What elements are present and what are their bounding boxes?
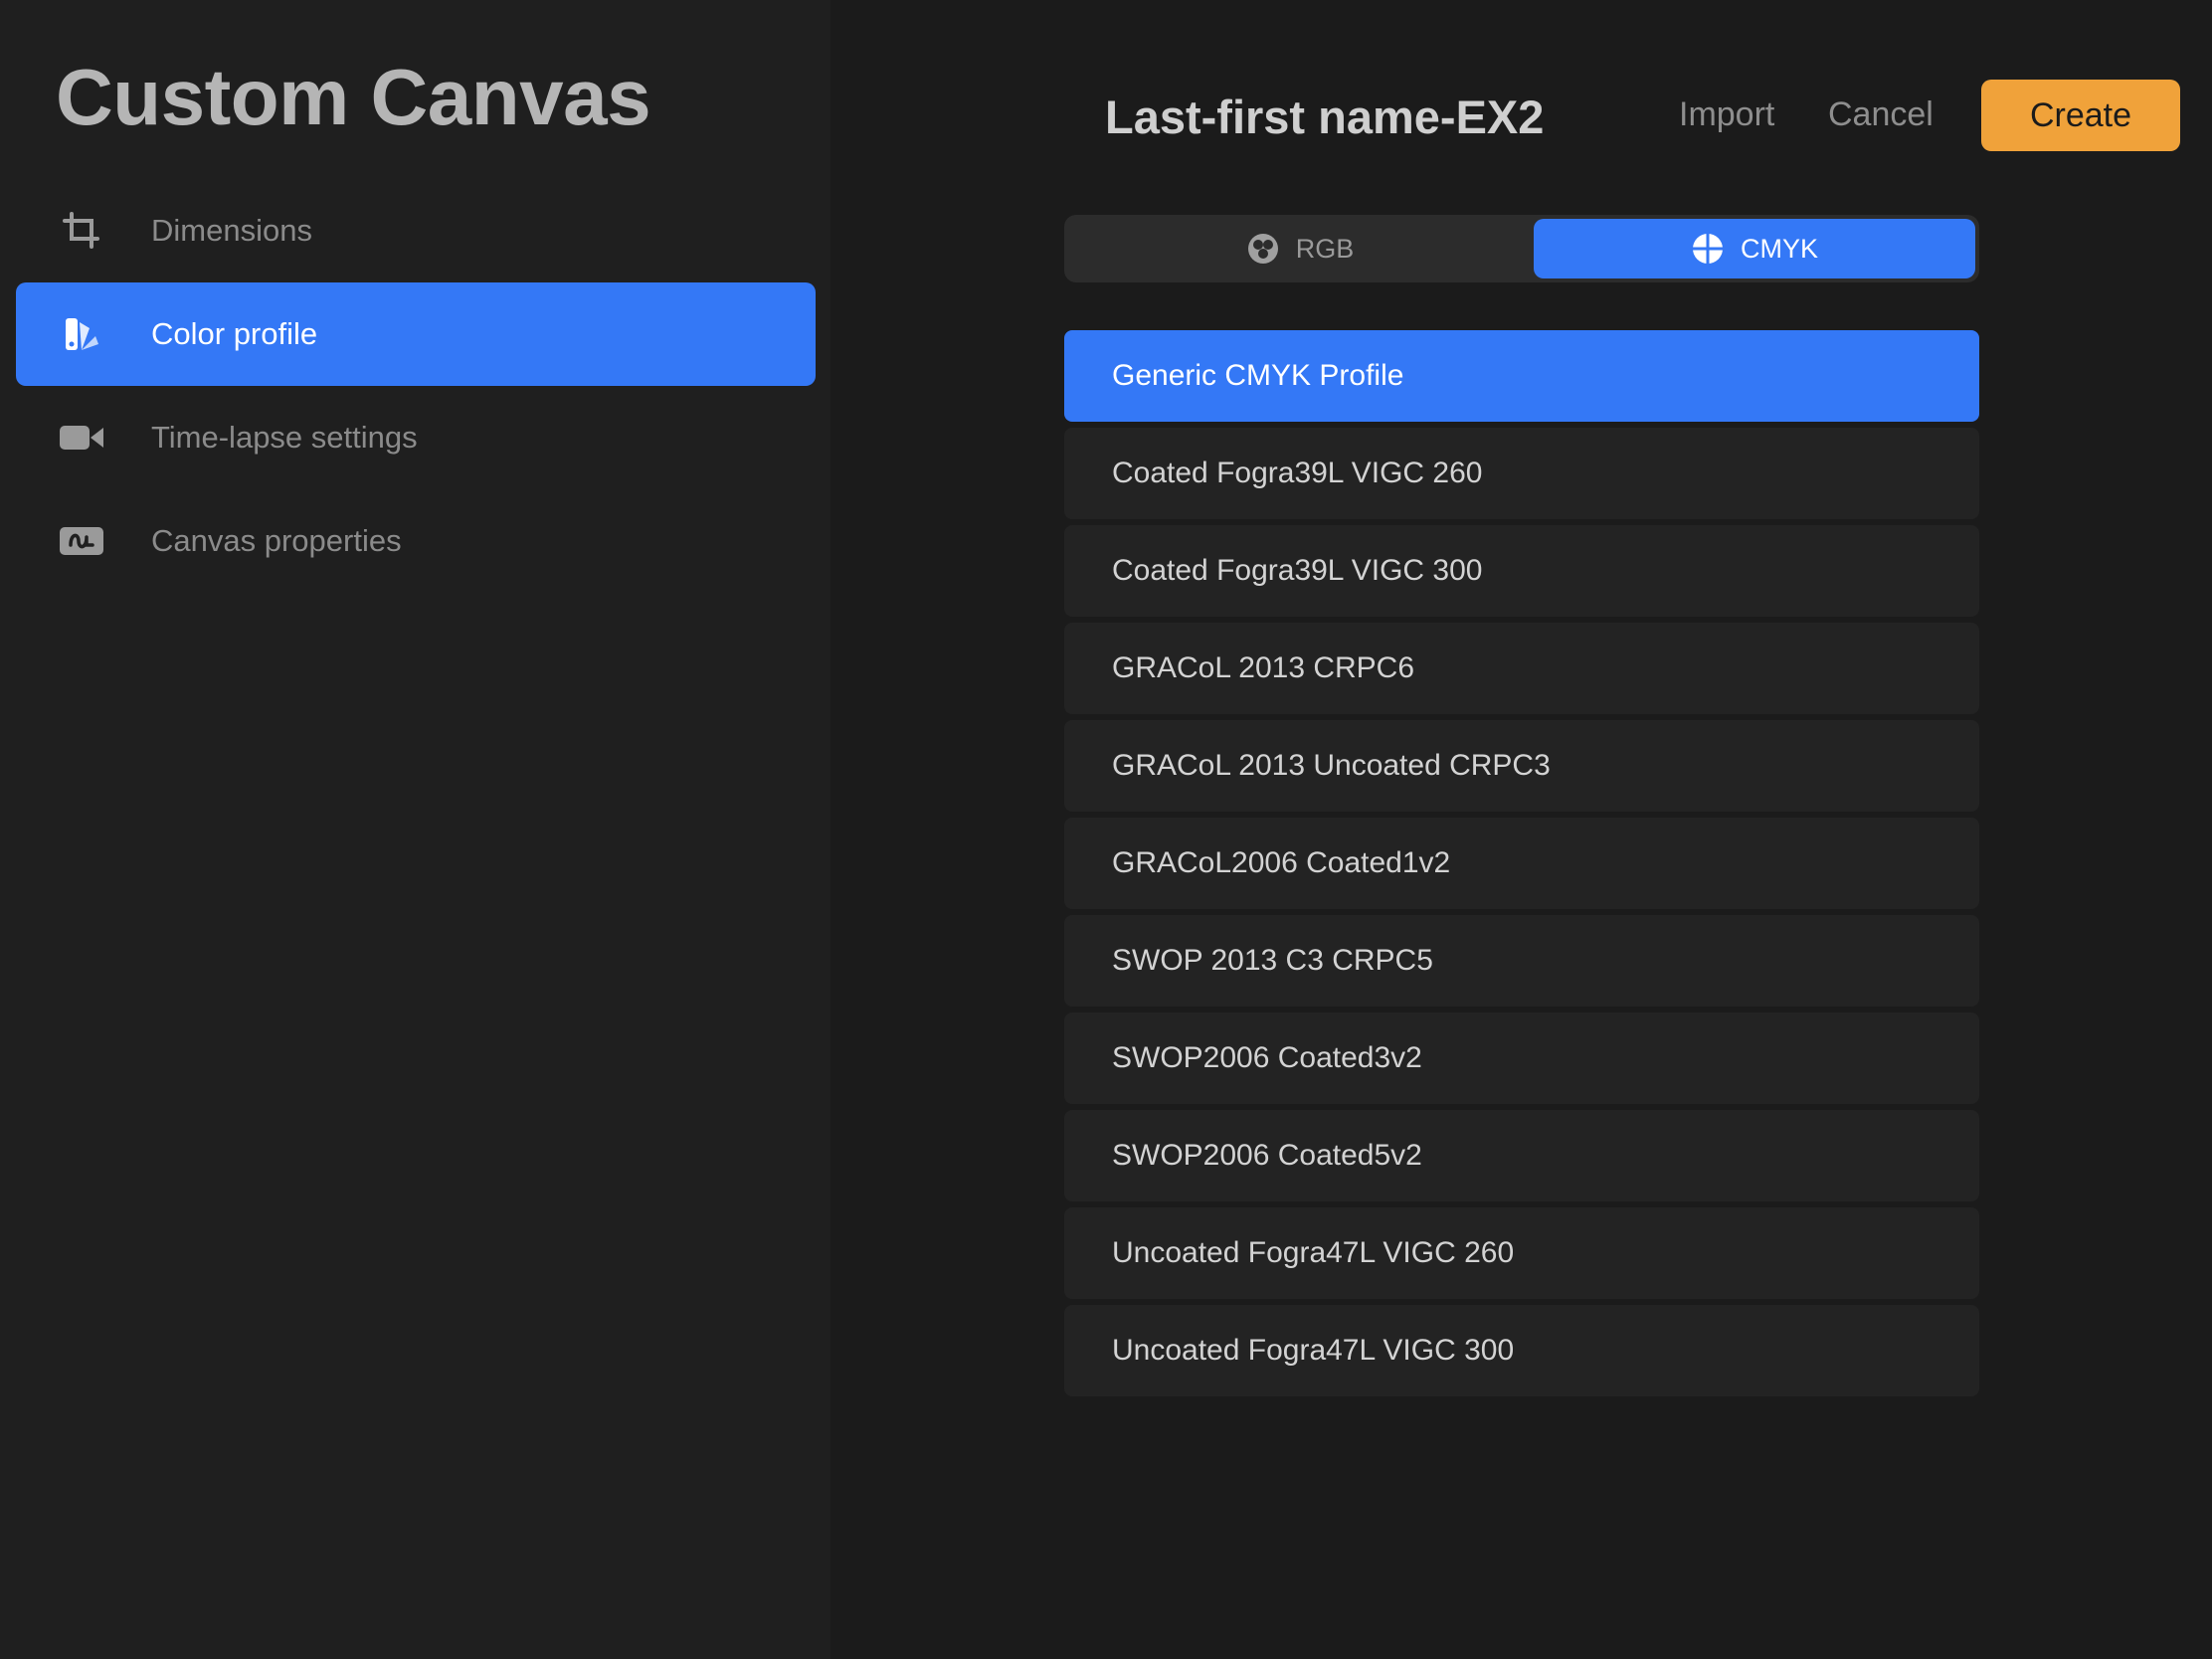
list-item-label: SWOP2006 Coated5v2 [1112,1139,1422,1172]
sidebar: Custom Canvas Dimensions Color profile T… [0,0,830,1659]
list-item-label: Uncoated Fogra47L VIGC 260 [1112,1236,1515,1269]
sidebar-item-label: Color profile [151,316,318,351]
list-item[interactable]: Coated Fogra39L VIGC 260 [1064,428,1979,519]
list-item[interactable]: GRACoL 2013 Uncoated CRPC3 [1064,720,1979,812]
list-item[interactable]: Uncoated Fogra47L VIGC 300 [1064,1305,1979,1396]
sidebar-item-dimensions[interactable]: Dimensions [16,179,816,282]
sidebar-item-time-lapse-settings[interactable]: Time-lapse settings [16,386,816,489]
sidebar-item-label: Time-lapse settings [151,420,418,455]
list-item[interactable]: Generic CMYK Profile [1064,330,1979,422]
sidebar-item-label: Dimensions [151,213,312,248]
list-item[interactable]: GRACoL2006 Coated1v2 [1064,818,1979,909]
custom-canvas-window: Custom Canvas Dimensions Color profile T… [0,0,2212,1659]
tab-rgb[interactable]: RGB [1068,219,1532,278]
tab-rgb-label: RGB [1295,233,1355,264]
document-title: Last-first name-EX2 [1105,91,1545,143]
color-mode-segmented-control: RGB CMYK [1064,215,1979,282]
list-item[interactable]: SWOP2006 Coated5v2 [1064,1110,1979,1201]
sidebar-item-color-profile[interactable]: Color profile [16,282,816,386]
list-item-label: SWOP 2013 C3 CRPC5 [1112,944,1433,977]
list-item[interactable]: SWOP 2013 C3 CRPC5 [1064,915,1979,1007]
list-item-label: GRACoL 2013 Uncoated CRPC3 [1112,749,1551,782]
tab-cmyk[interactable]: CMYK [1534,219,1975,278]
sidebar-item-label: Canvas properties [151,523,402,558]
list-item[interactable]: SWOP2006 Coated3v2 [1064,1013,1979,1104]
color-swatch-icon [58,310,105,358]
video-camera-icon [58,414,105,461]
rgb-icon [1246,232,1280,266]
list-item-label: Coated Fogra39L VIGC 260 [1112,457,1483,489]
sidebar-title: Custom Canvas [56,53,651,141]
import-button[interactable]: Import [1679,95,1774,134]
list-item-label: Uncoated Fogra47L VIGC 300 [1112,1334,1515,1367]
list-item-label: GRACoL2006 Coated1v2 [1112,846,1451,879]
cancel-button[interactable]: Cancel [1828,95,1934,134]
list-item-label: SWOP2006 Coated3v2 [1112,1041,1422,1074]
list-item[interactable]: Coated Fogra39L VIGC 300 [1064,525,1979,617]
list-item[interactable]: Uncoated Fogra47L VIGC 260 [1064,1207,1979,1299]
list-item-label: Coated Fogra39L VIGC 300 [1112,554,1483,587]
list-item[interactable]: GRACoL 2013 CRPC6 [1064,623,1979,714]
sidebar-item-canvas-properties[interactable]: Canvas properties [16,489,816,593]
main-panel: Last-first name-EX2 Import Cancel Create… [830,0,2212,1659]
create-button[interactable]: Create [1981,80,2180,151]
list-item-label: GRACoL 2013 CRPC6 [1112,651,1415,684]
list-item-label: Generic CMYK Profile [1112,359,1404,392]
crop-icon [58,207,105,255]
cmyk-icon [1691,232,1725,266]
tab-cmyk-label: CMYK [1740,233,1818,264]
canvas-properties-icon [58,517,105,565]
